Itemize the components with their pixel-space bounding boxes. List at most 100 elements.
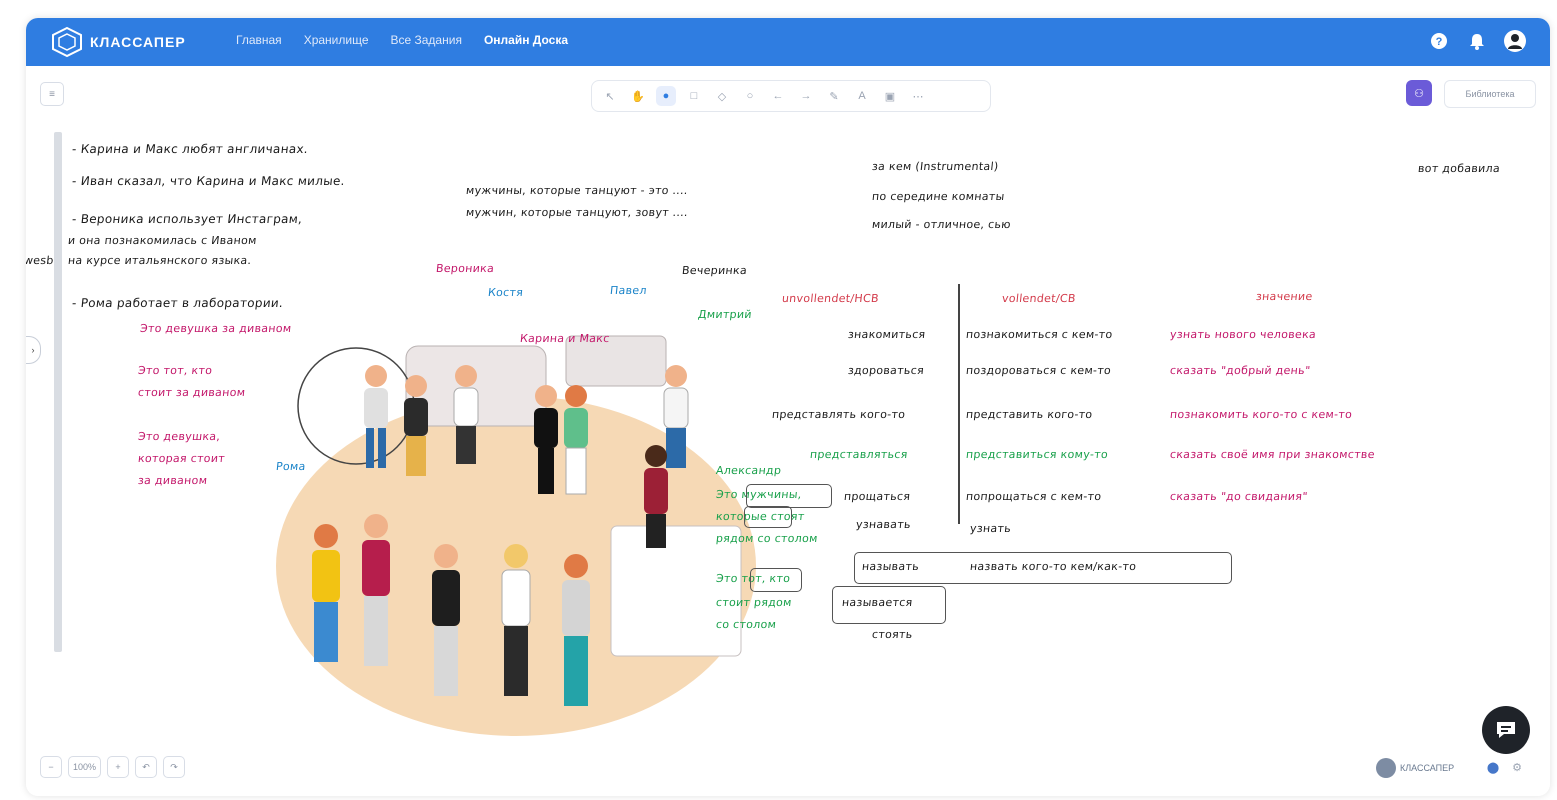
verb-meaning: сказать "до свидания" bbox=[1169, 490, 1309, 503]
highlight-box bbox=[746, 484, 832, 508]
top-icons: ? bbox=[1428, 30, 1526, 52]
verb-imperfective: стоять bbox=[871, 628, 914, 641]
verb-perfective: познакомиться с кем-то bbox=[965, 328, 1114, 341]
nav-all-tasks[interactable]: Все Задания bbox=[391, 33, 462, 47]
brand-text: КЛАССАПЕР bbox=[1400, 763, 1455, 773]
pink-note: Это тот, кто bbox=[137, 364, 213, 377]
pink-note: за диваном bbox=[137, 474, 208, 487]
note-fragment: wesb bbox=[26, 254, 55, 267]
logo-text: КЛАССАПЕР bbox=[90, 34, 186, 50]
note-line: - Иван сказал, что Карина и Макс милые. bbox=[71, 174, 346, 188]
verb-imperfective: представляться bbox=[809, 448, 909, 461]
note-line: за кем (Instrumental) bbox=[871, 160, 1000, 173]
chat-icon bbox=[1497, 722, 1515, 738]
verb-perfective: представиться кому-то bbox=[965, 448, 1109, 461]
side-panel-handle[interactable]: › bbox=[26, 336, 41, 364]
note-line: милый - отличное, сью bbox=[871, 218, 1012, 231]
verb-meaning: познакомить кого-то с кем-то bbox=[1169, 408, 1353, 421]
name-label: Павел bbox=[609, 284, 648, 297]
nav-storage[interactable]: Хранилище bbox=[304, 33, 369, 47]
shape-icon[interactable]: □ bbox=[684, 86, 704, 106]
verb-perfective: попрощаться с кем-то bbox=[965, 490, 1103, 503]
drawing-toolbar: ↖ ✋ ● □ ◇ ○ ← → ✎ A ▣ ⋯ bbox=[591, 80, 991, 112]
logo-icon bbox=[52, 26, 82, 58]
note-line: мужчин, которые танцуют, зовут .... bbox=[465, 206, 689, 219]
collaboration-icon[interactable]: ⚇ bbox=[1406, 80, 1432, 106]
svg-text:?: ? bbox=[1436, 36, 1443, 48]
green-note: со столом bbox=[715, 618, 777, 631]
library-label: Библиотека bbox=[1465, 89, 1515, 99]
undo-button[interactable]: ↶ bbox=[135, 756, 158, 778]
text-icon[interactable]: A bbox=[852, 86, 872, 106]
image-icon[interactable]: ▣ bbox=[880, 86, 900, 106]
whiteboard-canvas[interactable]: ≡ ↖ ✋ ● □ ◇ ○ ← → ✎ A ▣ ⋯ ⚇ Библиотека ›… bbox=[26, 66, 1550, 796]
name-label: Дмитрий bbox=[697, 308, 753, 321]
pen-icon[interactable]: ● bbox=[656, 86, 676, 106]
highlight-box bbox=[750, 568, 802, 592]
note-line: мужчины, которые танцуют - это .... bbox=[465, 184, 689, 197]
bell-icon[interactable] bbox=[1466, 30, 1488, 52]
lasso-icon[interactable]: ○ bbox=[740, 86, 760, 106]
highlight-box bbox=[854, 552, 1232, 584]
table-divider bbox=[958, 284, 960, 524]
menu-toggle-button[interactable]: ≡ bbox=[40, 82, 64, 106]
green-note: стоит рядом bbox=[715, 596, 793, 609]
name-label: Александр bbox=[715, 464, 782, 477]
verb-meaning: сказать своё имя при знакомстве bbox=[1169, 448, 1376, 461]
vertical-divider bbox=[54, 132, 62, 652]
name-label: Вероника bbox=[435, 262, 495, 275]
chat-button[interactable] bbox=[1482, 706, 1530, 754]
nav-home[interactable]: Главная bbox=[236, 33, 282, 47]
pink-note: Это девушка, bbox=[137, 430, 221, 443]
location-pin-icon[interactable]: ⬤ bbox=[1486, 760, 1500, 774]
zoom-out-button[interactable]: − bbox=[40, 756, 62, 778]
zoom-level[interactable]: 100% bbox=[68, 756, 102, 778]
more-icon[interactable]: ⋯ bbox=[908, 86, 928, 106]
nav-online-board[interactable]: Онлайн Доска bbox=[484, 33, 568, 47]
note-line: на курсе итальянского языка. bbox=[67, 254, 253, 267]
hand-icon[interactable]: ✋ bbox=[628, 86, 648, 106]
pink-note: которая стоит bbox=[137, 452, 226, 465]
table-header: vollendet/СВ bbox=[1001, 292, 1077, 305]
verb-imperfective: узнавать bbox=[855, 518, 912, 531]
library-button[interactable]: Библиотека bbox=[1444, 80, 1536, 108]
name-label: Рома bbox=[275, 460, 307, 473]
table-header: unvollendet/НСВ bbox=[781, 292, 880, 305]
note-line: - Рома работает в лаборатории. bbox=[71, 296, 284, 310]
name-label: Костя bbox=[487, 286, 524, 299]
verb-perfective: поздороваться с кем-то bbox=[965, 364, 1112, 377]
help-icon[interactable]: ? bbox=[1428, 30, 1450, 52]
zoom-in-button[interactable]: + bbox=[107, 756, 130, 778]
pencil-icon[interactable]: ✎ bbox=[824, 86, 844, 106]
verb-perfective: представить кого-то bbox=[965, 408, 1094, 421]
verb-imperfective: представлять кого-то bbox=[771, 408, 906, 421]
app-window: КЛАССАПЕР Главная Хранилище Все Задания … bbox=[26, 18, 1550, 796]
verb-perfective: узнать bbox=[969, 522, 1012, 535]
green-note: рядом со столом bbox=[715, 532, 819, 545]
verb-meaning: сказать "добрый день" bbox=[1169, 364, 1311, 377]
footer-icons: ⬤ ⚙ bbox=[1486, 760, 1524, 774]
redo-arrow-icon[interactable]: → bbox=[796, 86, 816, 106]
verb-imperfective: знакомиться bbox=[847, 328, 927, 341]
table-header: значение bbox=[1255, 290, 1314, 303]
note-line: - Карина и Макс любят англичанах. bbox=[71, 142, 309, 156]
note-line: вот добавила bbox=[1417, 162, 1501, 175]
highlight-box bbox=[832, 586, 946, 624]
note-line: - Вероника использует Инстаграм, bbox=[71, 212, 304, 226]
cursor-icon[interactable]: ↖ bbox=[600, 86, 620, 106]
note-line: по середине комнаты bbox=[871, 190, 1006, 203]
undo-arrow-icon[interactable]: ← bbox=[768, 86, 788, 106]
logo[interactable]: КЛАССАПЕР bbox=[50, 26, 186, 58]
name-label: Карина и Макс bbox=[519, 332, 611, 345]
main-nav: Главная Хранилище Все Задания Онлайн Дос… bbox=[236, 33, 568, 47]
verb-meaning: узнать нового человека bbox=[1169, 328, 1317, 341]
zoom-controls: − 100% + ↶ ↷ bbox=[40, 756, 186, 778]
party-label: Вечеринка bbox=[681, 264, 748, 277]
user-avatar[interactable] bbox=[1504, 30, 1526, 52]
brand-logo-icon bbox=[1376, 758, 1396, 778]
settings-icon[interactable]: ⚙ bbox=[1510, 760, 1524, 774]
eraser-icon[interactable]: ◇ bbox=[712, 86, 732, 106]
party-illustration[interactable] bbox=[266, 266, 766, 746]
verb-imperfective: здороваться bbox=[847, 364, 925, 377]
redo-button[interactable]: ↷ bbox=[163, 756, 186, 778]
